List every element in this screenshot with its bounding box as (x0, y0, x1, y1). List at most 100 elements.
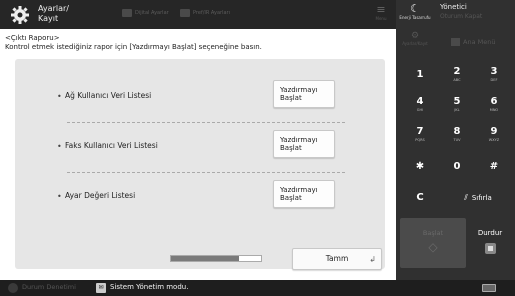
report-label: Ağ Kullanıcı Veri Listesi (65, 91, 152, 100)
key-8[interactable]: 8 TUV (440, 121, 474, 149)
key-2[interactable]: 2 ABC (440, 61, 474, 89)
logout-button[interactable]: Oturum Kapat (440, 12, 482, 21)
reset-button[interactable]: ⫽ Sıfırla (445, 183, 511, 213)
gear-icon: ⚙ (410, 31, 420, 41)
moon-icon: ☾ (410, 2, 420, 15)
status-monitor-button[interactable]: Durum Denetimi (22, 283, 76, 291)
page-heading: <Çıktı Raporu> Kontrol etmek istediğiniz… (5, 34, 262, 52)
menu-button[interactable]: ≡ Menu (371, 3, 391, 22)
status-bar: Durum Denetimi ✉ Sistem Yönetim modu. (0, 280, 396, 296)
key-letters: DEF (490, 78, 498, 82)
key-digit: 0 (453, 161, 461, 172)
header-title-line1: Ayarlar/ (38, 4, 69, 13)
key-letters: PQRS (415, 138, 425, 142)
start-diamond-icon: ◇ (428, 240, 438, 254)
key-digit: 9 (490, 126, 498, 137)
bullet-icon: • (57, 142, 62, 151)
key-7[interactable]: 7 PQRS (403, 121, 437, 149)
reset-label: Sıfırla (471, 194, 492, 202)
report-row-setting-values: • Ayar Değeri Listesi Yazdırmayı Başlat (15, 177, 385, 217)
settings-registration-label: Ayarlar/Kayıt (402, 41, 428, 46)
start-button[interactable]: Başlat ◇ (400, 218, 466, 268)
header-title-line2: Kayıt (38, 14, 59, 23)
digital-settings-icon (122, 9, 132, 17)
pref-ir-settings-icon (180, 9, 190, 17)
key-digit: # (489, 161, 499, 172)
key-digit: ✱ (415, 161, 425, 172)
message-icon: ✉ (96, 283, 106, 293)
start-print-label-line1: Yazdırmayı (280, 186, 318, 194)
energy-saver-button[interactable]: ☾ Enerji Tasarrufu (398, 2, 432, 29)
report-label: Ayar Değeri Listesi (65, 191, 136, 200)
key-digit: 3 (490, 66, 498, 77)
reset-icon: ⫽ (464, 193, 468, 202)
divider (67, 122, 345, 123)
start-print-label-line2: Başlat (280, 194, 302, 202)
report-list: • Ağ Kullanıcı Veri Listesi Yazdırmayı B… (15, 59, 385, 269)
digital-settings-label: Dijital Ayarlar (135, 10, 169, 16)
start-print-label-line2: Başlat (280, 94, 302, 102)
key-digit: 5 (453, 96, 461, 107)
page-title: <Çıktı Raporu> (5, 34, 60, 42)
key-letters: WXYZ (488, 138, 500, 142)
key-3[interactable]: 3 DEF (477, 61, 511, 89)
pref-ir-settings-button[interactable]: Pref/IR Ayarları (180, 9, 230, 17)
key-0[interactable]: 0 (440, 153, 474, 181)
key-letters: MNO (489, 108, 499, 112)
side-nav-row: ⚙ Ayarlar/Kayıt Ana Menü (396, 29, 515, 58)
key-digit: 1 (416, 69, 424, 80)
header-title: Ayarlar/ Kayıt (38, 4, 69, 24)
key-6[interactable]: 6 MNO (477, 91, 511, 119)
menu-label: Menu (375, 16, 387, 21)
report-row-fax-user-data: • Faks Kullanıcı Veri Listesi Yazdırmayı… (15, 127, 385, 167)
key-1[interactable]: 1 (403, 61, 437, 89)
stop-button[interactable]: Durdur (468, 218, 512, 268)
scroll-progress-bar (170, 255, 262, 262)
report-label: Faks Kullanıcı Veri Listesi (65, 141, 158, 150)
divider (67, 172, 345, 173)
battery-icon (482, 284, 496, 292)
stop-icon (484, 243, 496, 254)
status-message: Sistem Yönetim modu. (110, 283, 189, 291)
start-print-label-line2: Başlat (280, 144, 302, 152)
key-letters: ABC (453, 78, 461, 82)
digital-settings-button[interactable]: Dijital Ayarlar (122, 9, 169, 17)
clear-key[interactable]: C (403, 183, 437, 213)
key-letters: GHI (416, 108, 424, 112)
start-print-button[interactable]: Yazdırmayı Başlat (273, 180, 335, 208)
enter-icon: ↲ (369, 255, 376, 264)
key-5[interactable]: 5 JKL (440, 91, 474, 119)
home-icon (451, 38, 460, 46)
hamburger-icon: ≡ (376, 3, 386, 16)
ok-button[interactable]: Tamm ↲ (292, 248, 382, 270)
gear-icon (11, 6, 29, 24)
admin-label: Yönetici (440, 3, 467, 11)
key-digit: 8 (453, 126, 461, 137)
start-print-button[interactable]: Yazdırmayı Başlat (273, 130, 335, 158)
bullet-icon: • (57, 92, 62, 101)
progress-fill (171, 256, 239, 261)
settings-registration-button[interactable]: ⚙ Ayarlar/Kayıt (400, 31, 430, 46)
key-digit: 2 (453, 66, 461, 77)
key-letters: JKL (454, 108, 460, 112)
bullet-icon: • (57, 192, 62, 201)
main-panel: <Çıktı Raporu> Kontrol etmek istediğiniz… (0, 29, 396, 280)
key-4[interactable]: 4 GHI (403, 91, 437, 119)
status-monitor-icon (8, 283, 18, 293)
key-9[interactable]: 9 WXYZ (477, 121, 511, 149)
key-digit: 6 (490, 96, 498, 107)
energy-saver-label: Enerji Tasarrufu (399, 15, 431, 20)
key-digit: 7 (416, 126, 424, 137)
key-hash[interactable]: # (477, 153, 511, 181)
report-row-network-user-data: • Ağ Kullanıcı Veri Listesi Yazdırmayı B… (15, 77, 385, 117)
home-button[interactable]: Ana Menü (451, 38, 495, 46)
start-print-label-line1: Yazdırmayı (280, 86, 318, 94)
page-instruction: Kontrol etmek istediğiniz rapor için [Ya… (5, 43, 262, 51)
ok-button-label: Tamm (325, 254, 349, 263)
control-panel-footer (396, 280, 515, 296)
stop-label: Durdur (477, 229, 503, 237)
key-asterisk[interactable]: ✱ (403, 153, 437, 181)
admin-area: Yönetici Oturum Kapat (440, 3, 482, 21)
start-print-button[interactable]: Yazdırmayı Başlat (273, 80, 335, 108)
pref-ir-settings-label: Pref/IR Ayarları (193, 10, 230, 16)
